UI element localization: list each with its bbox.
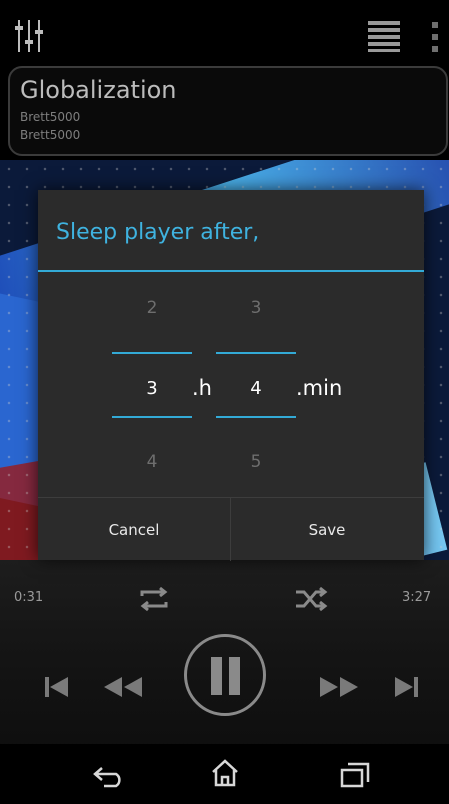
save-button[interactable]: Save [231, 498, 423, 561]
elapsed-time: 0:31 [14, 590, 44, 605]
overflow-menu-icon[interactable] [430, 20, 440, 54]
minutes-unit-label: .min [296, 376, 343, 400]
dialog-title: Sleep player after, [56, 220, 260, 245]
track-artist: Brett5000 [20, 110, 81, 124]
hours-next-value[interactable]: 4 [112, 452, 192, 472]
skip-previous-icon[interactable] [44, 676, 70, 698]
pause-icon [229, 657, 240, 695]
hours-selection-line-bottom [112, 416, 192, 418]
dialog-button-bar: Cancel Save [38, 497, 424, 561]
playlist-icon[interactable] [368, 20, 400, 52]
equalizer-icon[interactable] [14, 18, 44, 54]
dialog-title-divider [38, 270, 424, 272]
shuffle-icon[interactable] [294, 586, 328, 612]
hours-prev-value[interactable]: 2 [112, 298, 192, 318]
pause-button[interactable] [184, 634, 266, 716]
track-title: Globalization [20, 76, 177, 104]
total-time: 3:27 [402, 590, 432, 605]
hours-picker[interactable]: 2 3 4 [112, 290, 192, 490]
cancel-button[interactable]: Cancel [38, 498, 230, 561]
home-icon[interactable] [210, 758, 240, 788]
minutes-next-value[interactable]: 5 [216, 452, 296, 472]
fast-forward-icon[interactable] [318, 676, 360, 698]
skip-next-icon[interactable] [393, 676, 419, 698]
pause-icon [211, 657, 222, 695]
sleep-timer-dialog: Sleep player after, 2 3 4 .h 3 4 5 .min … [38, 190, 424, 561]
minutes-selection-line-bottom [216, 416, 296, 418]
recents-icon[interactable] [340, 762, 370, 788]
hours-current-value[interactable]: 3 [112, 378, 192, 399]
hours-unit-label: .h [192, 376, 212, 400]
minutes-selection-line-top [216, 352, 296, 354]
hours-selection-line-top [112, 352, 192, 354]
rewind-icon[interactable] [102, 676, 144, 698]
repeat-icon[interactable] [134, 584, 174, 614]
track-album: Brett5000 [20, 128, 81, 142]
track-info-card: Globalization Brett5000 Brett5000 [8, 66, 448, 156]
minutes-prev-value[interactable]: 3 [216, 298, 296, 318]
minutes-current-value[interactable]: 4 [216, 378, 296, 399]
minutes-picker[interactable]: 3 4 5 [216, 290, 296, 490]
back-icon[interactable] [92, 764, 126, 788]
